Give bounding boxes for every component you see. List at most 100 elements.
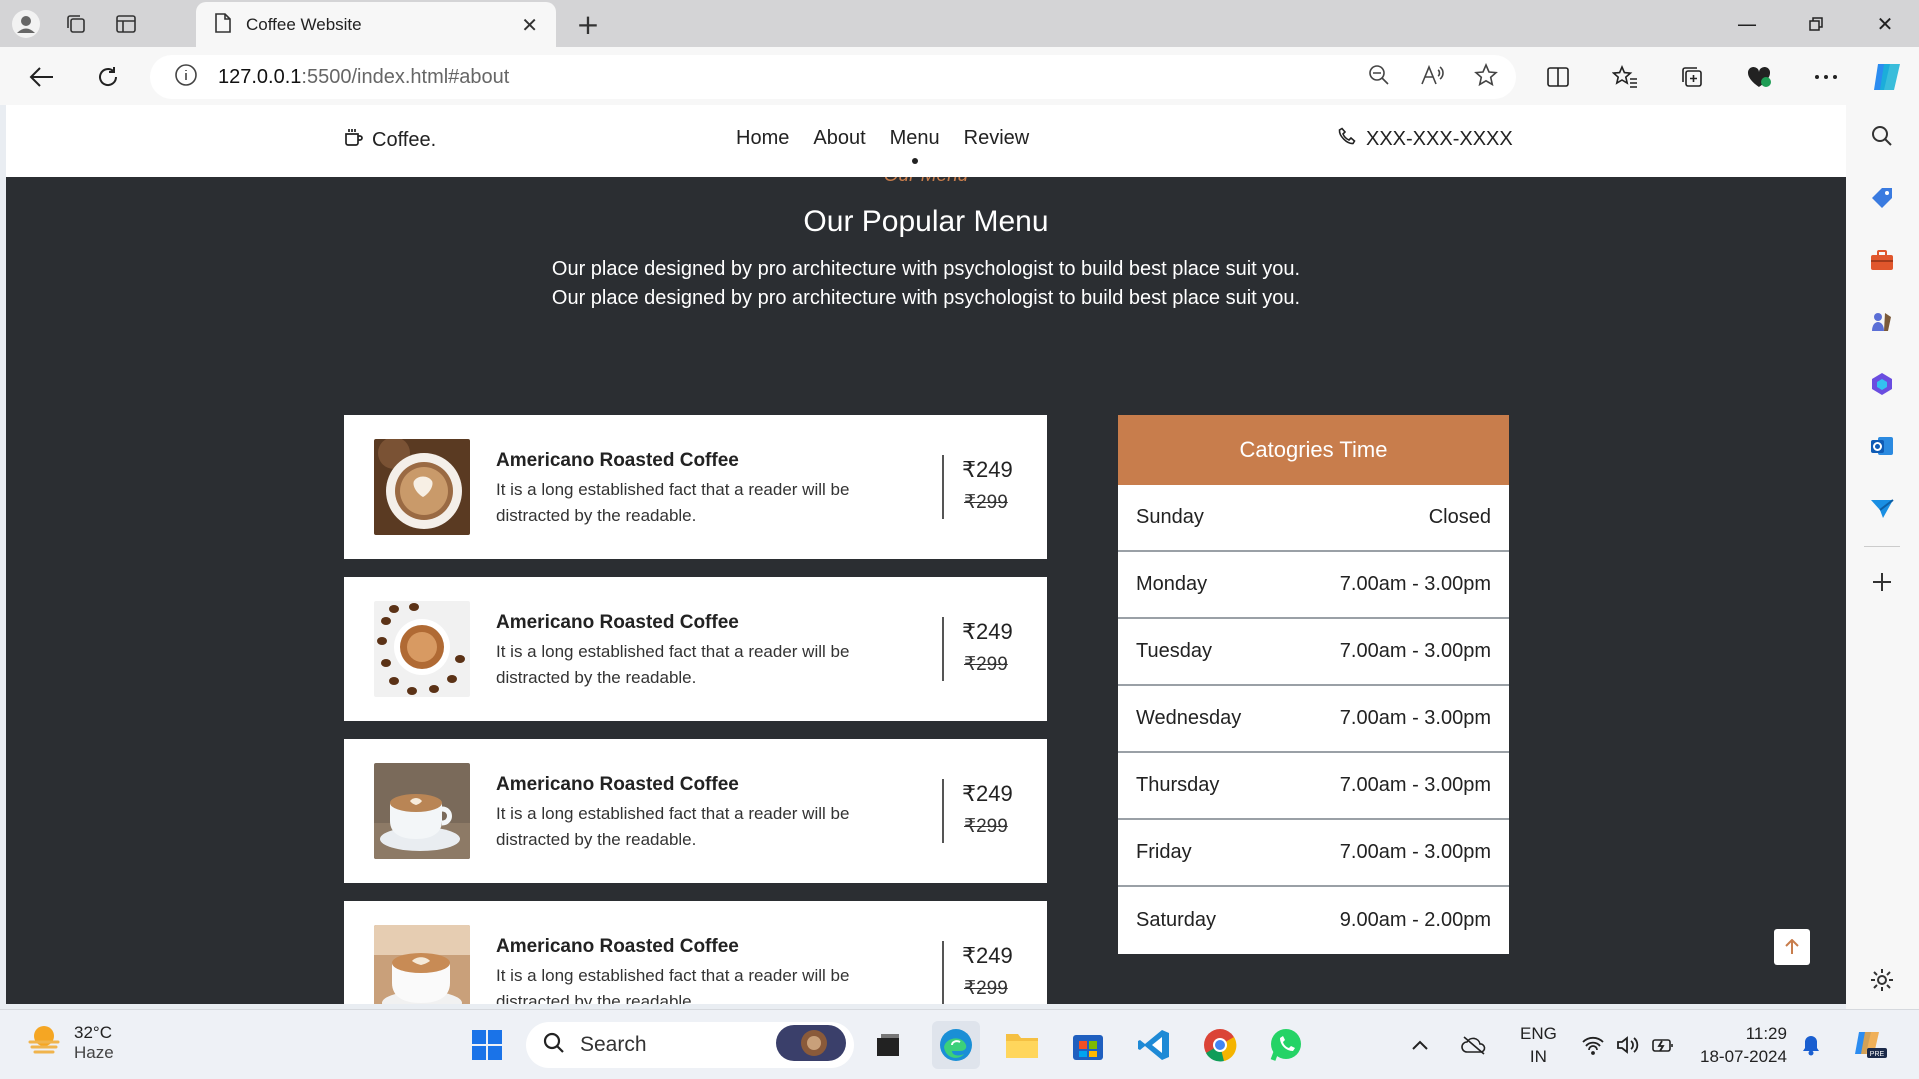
notification-bell-icon[interactable] [1796,1021,1826,1069]
whatsapp-icon[interactable] [1262,1021,1310,1069]
page-icon [214,12,232,38]
hours-title: Catogries Time [1118,415,1509,485]
item-description: It is a long established fact that a rea… [496,480,850,525]
wifi-icon[interactable] [1575,1021,1611,1069]
page-viewport: Our Menu Coffee. Home About Menu Review … [6,105,1846,1004]
back-button[interactable] [22,57,62,97]
send-icon[interactable] [1865,491,1899,525]
restore-button[interactable] [1783,0,1849,47]
favorite-star-icon[interactable] [1474,62,1498,91]
heart-latte-image [374,763,470,859]
menu-card[interactable]: Americano Roasted Coffee It is a long es… [344,901,1047,1004]
minimize-button[interactable]: — [1714,0,1780,47]
profile-icon[interactable] [8,6,44,42]
microsoft-365-icon[interactable] [1865,367,1899,401]
edge-sidebar [1846,105,1919,1009]
browser-essentials-icon[interactable] [1739,57,1779,97]
active-tab[interactable]: Coffee Website ✕ [196,2,556,47]
phone-contact[interactable]: XXX-XXX-XXXX [1338,127,1513,151]
copilot-preview-icon[interactable]: PRE [1848,1021,1892,1069]
item-price: ₹249 [962,943,1013,968]
task-view-icon[interactable] [864,1021,912,1069]
new-tab-button[interactable]: + [568,6,608,42]
close-tab-icon[interactable]: ✕ [521,13,538,37]
file-explorer-icon[interactable] [998,1021,1046,1069]
item-description: It is a long established fact that a rea… [496,804,850,849]
clock-date: 18-07-2024 [1700,1047,1787,1066]
language-indicator[interactable]: ENG IN [1520,1022,1557,1068]
hours-row: Saturday 9.00am - 2.00pm [1136,909,1491,931]
phone-number: XXX-XXX-XXXX [1366,127,1513,150]
menu-card[interactable]: Americano Roasted Coffee It is a long es… [344,739,1047,883]
weather-temp: 32°C [74,1022,112,1042]
copilot-icon[interactable] [1867,57,1907,97]
item-name: Americano Roasted Coffee [496,774,739,795]
search-highlight-image [776,1024,846,1066]
edge-taskbar-icon[interactable] [932,1021,980,1069]
start-button[interactable] [463,1021,511,1069]
price-divider [942,941,944,1004]
coffee-cup-icon [344,127,364,153]
vscode-icon[interactable] [1130,1021,1178,1069]
site-logo[interactable]: Coffee. [344,127,436,153]
weather-widget[interactable]: 32°C Haze [26,1022,114,1063]
scroll-to-top-button[interactable] [1774,929,1810,965]
chrome-icon[interactable] [1196,1021,1244,1069]
refresh-button[interactable] [88,57,128,97]
zoom-out-icon[interactable] [1368,64,1390,90]
section-description: Our place designed by pro architecture w… [551,258,1301,309]
battery-charging-icon[interactable] [1645,1021,1681,1069]
item-price: ₹249 [962,619,1013,644]
nav-home[interactable]: Home [736,127,789,150]
collections-icon[interactable] [1672,57,1712,97]
hours-row: Thursday 7.00am - 3.00pm [1118,753,1509,820]
search-icon[interactable] [1865,119,1899,153]
taskbar-search[interactable]: Search [526,1022,854,1068]
clock[interactable]: 11:29 18-07-2024 [1700,1022,1787,1068]
hours-row: Wednesday 7.00am - 3.00pm [1118,686,1509,753]
menu-card[interactable]: Americano Roasted Coffee It is a long es… [344,577,1047,721]
shopping-tag-icon[interactable] [1865,181,1899,215]
favorites-icon[interactable] [1605,57,1645,97]
logo-text: Coffee. [372,128,437,151]
opening-hours-table: Catogries Time Sunday Closed Monday 7.00am… [1118,415,1509,954]
tray-overflow-chevron-icon[interactable] [1406,1021,1434,1069]
nav-menu[interactable]: Menu [890,127,940,164]
nav-review[interactable]: Review [964,127,1030,150]
site-nav: Home About Menu Review [736,127,1030,164]
menu-list: Americano Roasted Coffee It is a long es… [344,415,1047,1004]
read-aloud-icon[interactable] [1420,64,1444,90]
clock-time: 11:29 [1745,1024,1787,1043]
weather-condition: Haze [74,1042,114,1062]
coffee-beans-cup-image [374,601,470,697]
item-old-price: ₹299 [964,492,1008,513]
tab-title: Coffee Website [246,14,362,34]
menu-card[interactable]: Americano Roasted Coffee It is a long es… [344,415,1047,559]
split-screen-icon[interactable] [1538,57,1578,97]
url-text[interactable]: 127.0.0.1:5500/index.html#about [218,66,509,89]
workspaces-icon[interactable] [58,6,94,42]
svg-text:PRE: PRE [1870,1051,1885,1058]
volume-icon[interactable] [1610,1021,1646,1069]
price-divider [942,455,944,519]
sidebar-settings-icon[interactable] [1865,963,1899,997]
nav-about[interactable]: About [813,127,865,150]
site-info-icon[interactable] [174,63,198,91]
add-sidebar-app-icon[interactable] [1865,565,1899,599]
games-icon[interactable] [1865,305,1899,339]
microsoft-store-icon[interactable] [1064,1021,1112,1069]
site-header: Coffee. Home About Menu Review XXX-XXX-X… [6,105,1846,177]
outlook-icon[interactable] [1865,429,1899,463]
item-price: ₹249 [962,457,1013,482]
more-options-icon[interactable] [1806,57,1846,97]
haze-sun-icon [26,1022,62,1063]
browser-tab-bar: Coffee Website ✕ + — ✕ [0,0,1919,47]
address-bar[interactable]: 127.0.0.1:5500/index.html#about [150,55,1516,99]
close-window-button[interactable]: ✕ [1852,0,1918,47]
vertical-tabs-icon[interactable] [108,6,144,42]
browser-toolbar: 127.0.0.1:5500/index.html#about [0,47,1919,105]
windows-taskbar: 32°C Haze Search ENG IN 11:29 18-07-2024… [0,1009,1919,1079]
tools-icon[interactable] [1865,243,1899,277]
onedrive-offline-icon[interactable] [1456,1021,1492,1069]
item-old-price: ₹299 [964,978,1008,999]
